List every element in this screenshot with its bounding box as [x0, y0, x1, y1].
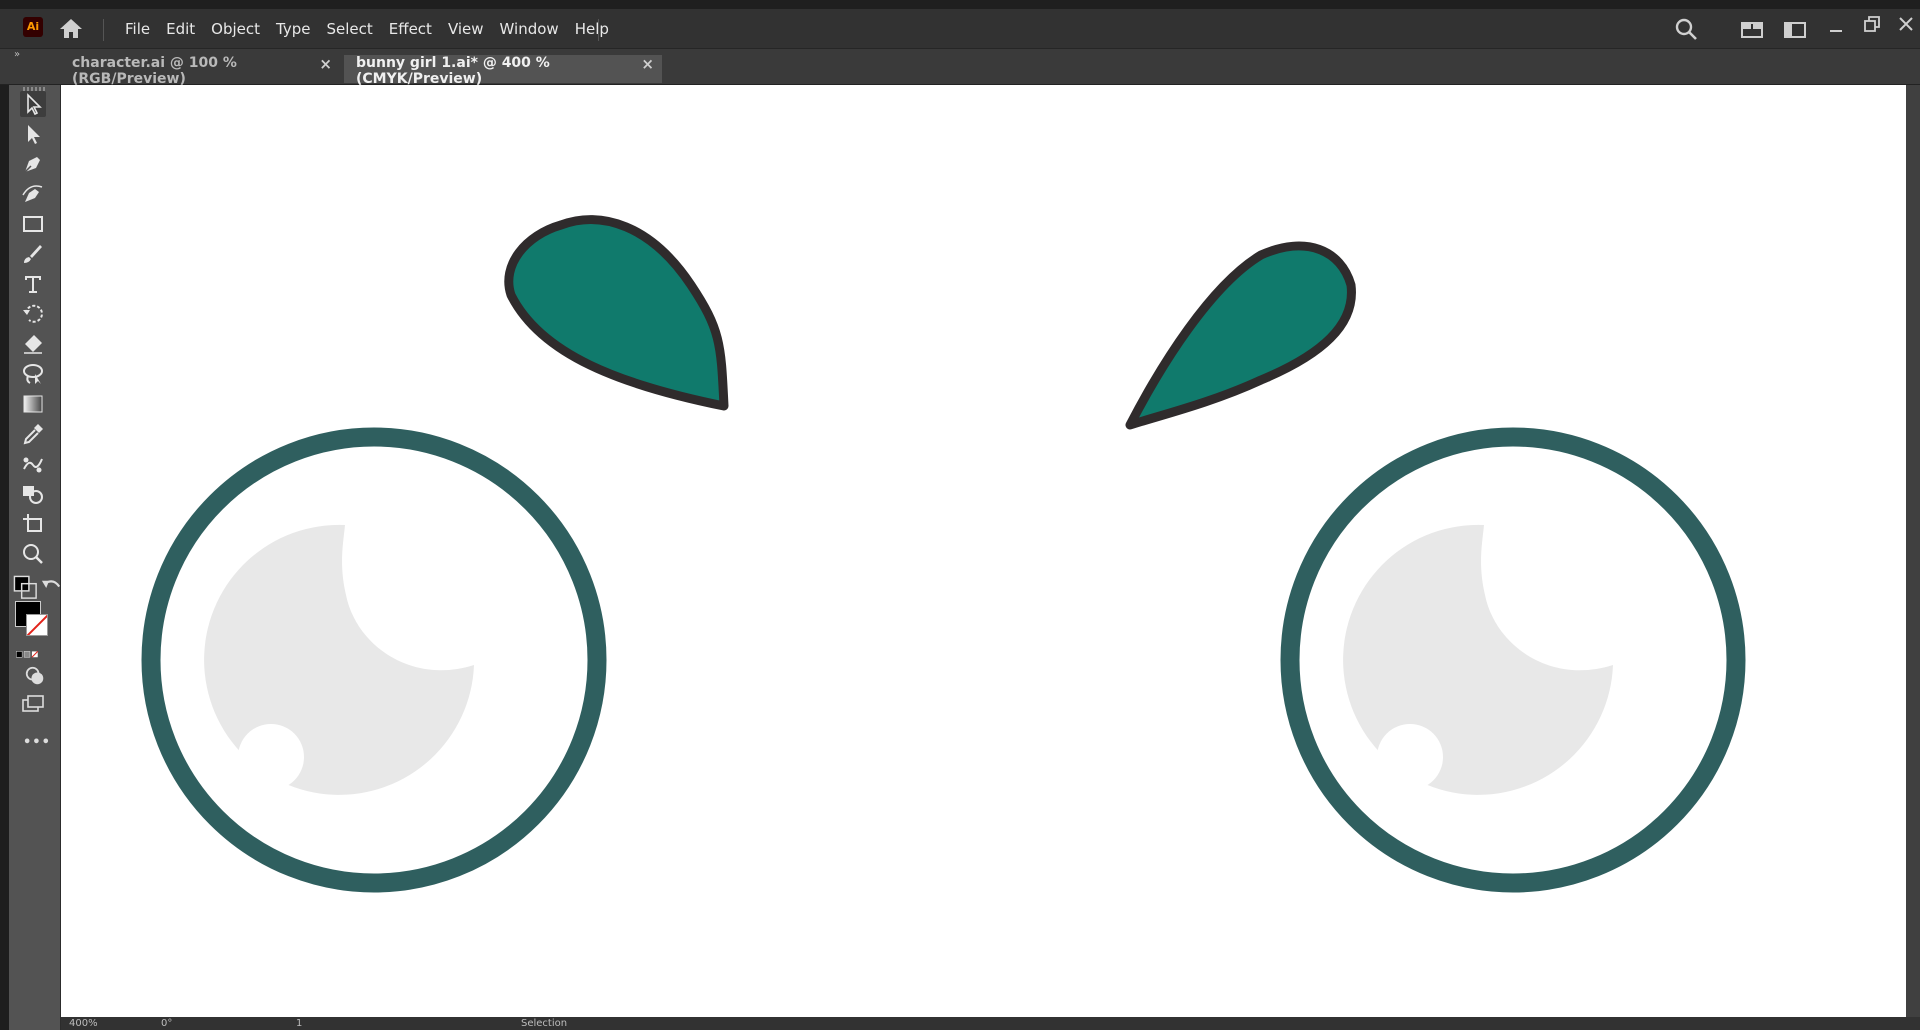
- menu-type[interactable]: Type: [268, 9, 318, 49]
- menu-object[interactable]: Object: [203, 9, 268, 49]
- menu-effect[interactable]: Effect: [381, 9, 440, 49]
- home-icon[interactable]: [58, 17, 84, 39]
- tools-panel: •••: [9, 85, 61, 1030]
- search-icon[interactable]: [1674, 17, 1698, 41]
- rotation-value[interactable]: 0°: [161, 1018, 172, 1029]
- close-icon[interactable]: [1896, 14, 1916, 34]
- menu-list: File Edit Object Type Select Effect View…: [117, 9, 617, 49]
- menu-edit[interactable]: Edit: [158, 9, 203, 49]
- arrange-documents-icon[interactable]: [1740, 19, 1764, 41]
- drawing-modes-icon[interactable]: [22, 663, 44, 685]
- paintbrush-tool-icon[interactable]: [20, 241, 46, 267]
- right-eyebrow[interactable]: [1125, 241, 1356, 430]
- tab-character-ai[interactable]: character.ai @ 100 % (RGB/Preview) ×: [60, 55, 340, 87]
- default-colors-icon[interactable]: [13, 575, 37, 599]
- zoom-level[interactable]: 400%: [69, 1018, 98, 1029]
- gradient-tool-icon[interactable]: [20, 391, 46, 417]
- tab-label: character.ai @ 100 % (RGB/Preview): [72, 55, 237, 87]
- restore-icon[interactable]: [1862, 14, 1882, 34]
- zoom-tool-icon[interactable]: [20, 541, 46, 567]
- eyedropper-tool-icon[interactable]: [20, 421, 46, 447]
- selection-tool-icon[interactable]: [20, 91, 46, 117]
- menu-divider: [103, 19, 104, 41]
- app-logo: Ai: [23, 17, 43, 37]
- lasso-tool-icon[interactable]: [20, 361, 46, 387]
- current-tool-label[interactable]: Selection: [521, 1018, 567, 1029]
- type-tool-icon[interactable]: [20, 271, 46, 297]
- shape-builder-tool-icon[interactable]: [20, 481, 46, 507]
- direct-selection-tool-icon[interactable]: [20, 121, 46, 147]
- rectangle-tool-icon[interactable]: [20, 211, 46, 237]
- menu-file[interactable]: File: [117, 9, 158, 49]
- artwork: [141, 215, 1746, 893]
- pen-tool-icon[interactable]: [20, 151, 46, 177]
- more-tools-icon[interactable]: •••: [23, 735, 51, 750]
- rotate-tool-icon[interactable]: [20, 301, 46, 327]
- swap-colors-icon[interactable]: [39, 575, 61, 593]
- color-mode-icons[interactable]: [15, 641, 55, 658]
- menu-window[interactable]: Window: [492, 9, 567, 49]
- artboard-number[interactable]: 1: [296, 1018, 302, 1029]
- artboard-canvas[interactable]: [61, 85, 1906, 1017]
- status-bar: 400% 0° 1 Selection: [61, 1017, 1920, 1030]
- workspace-icon[interactable]: [1783, 19, 1807, 41]
- tab-close-icon[interactable]: ×: [319, 55, 332, 73]
- tab-bunny-girl-ai[interactable]: bunny girl 1.ai* @ 400 % (CMYK/Preview) …: [344, 55, 662, 87]
- curvature-tool-icon[interactable]: [20, 181, 46, 207]
- collapse-panel-icon[interactable]: »: [14, 49, 20, 60]
- eraser-tool-icon[interactable]: [20, 331, 46, 357]
- right-eye[interactable]: [1280, 427, 1746, 893]
- menu-help[interactable]: Help: [567, 9, 617, 49]
- menu-divider: [598, 19, 599, 41]
- tab-close-icon[interactable]: ×: [641, 55, 654, 73]
- screen-mode-icon[interactable]: [20, 691, 46, 713]
- vertical-scrollbar[interactable]: [1906, 85, 1920, 1017]
- tab-label: bunny girl 1.ai* @ 400 % (CMYK/Preview): [356, 55, 550, 87]
- artboard-tool-icon[interactable]: [20, 511, 46, 537]
- document-tab-bar: » character.ai @ 100 % (RGB/Preview) × b…: [0, 49, 1920, 87]
- left-eyebrow[interactable]: [504, 215, 729, 411]
- menu-view[interactable]: View: [440, 9, 492, 49]
- menu-bar: Ai File Edit Object Type Select Effect V…: [0, 0, 1920, 49]
- minimize-icon[interactable]: [1827, 17, 1845, 35]
- stroke-color-swatch[interactable]: [26, 614, 48, 636]
- left-eye[interactable]: [141, 427, 607, 893]
- puppet-warp-tool-icon[interactable]: [20, 451, 46, 477]
- menu-select[interactable]: Select: [318, 9, 380, 49]
